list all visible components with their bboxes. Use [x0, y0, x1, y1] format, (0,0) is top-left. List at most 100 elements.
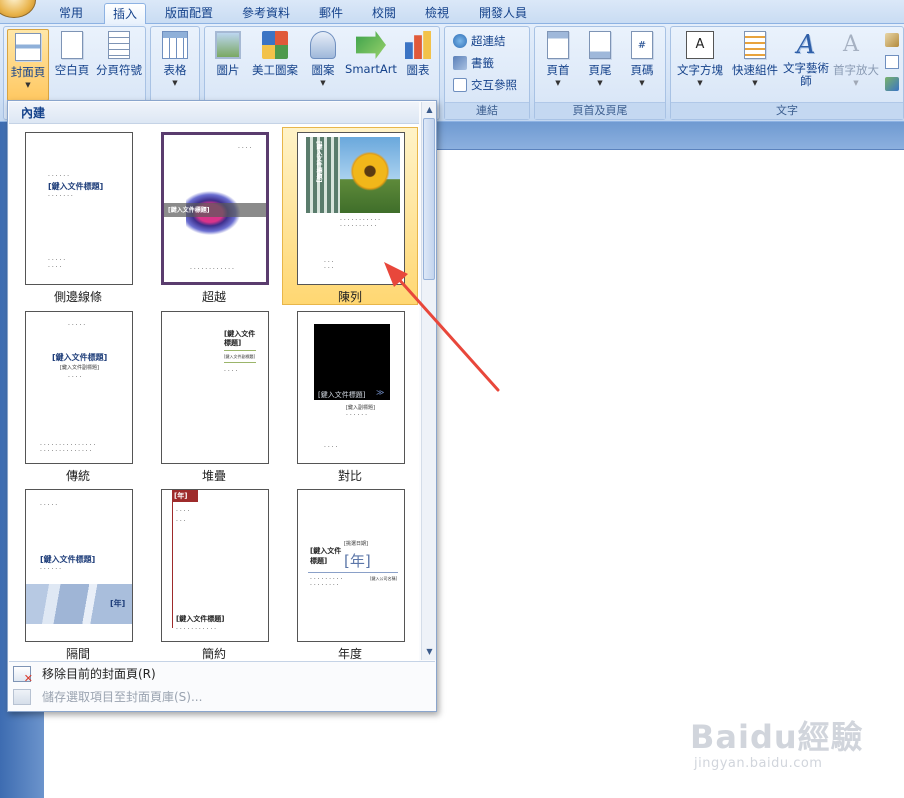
drop-cap-button[interactable]: A 首字放大 ▼ — [831, 31, 881, 87]
wordart-icon: A — [796, 30, 816, 60]
preview-year: [年] — [110, 599, 126, 608]
cross-reference-button[interactable]: 交互參照 — [453, 75, 517, 95]
scrollbar-thumb[interactable] — [423, 118, 435, 280]
cover-page-button[interactable]: 封面頁 ▼ — [7, 29, 49, 101]
cover-preview: · · · · [鍵入文件標題] · · · · · · · · · · · · — [161, 132, 269, 285]
preview-title: [鍵入文件標題] — [310, 547, 342, 565]
remove-cover-page-label: 移除目前的封面頁(R) — [42, 667, 156, 681]
tab-home[interactable]: 常用 — [48, 3, 94, 24]
group-header-footer: 頁首 ▼ 頁尾 ▼ # 頁碼 ▼ 頁首及頁尾 — [534, 26, 666, 120]
footer-button[interactable]: 頁尾 ▼ — [581, 31, 619, 87]
quick-parts-label: 快速組件 — [732, 63, 778, 77]
tab-references[interactable]: 參考資料 — [233, 3, 299, 24]
text-box-label: 文字方塊 — [677, 63, 723, 77]
cover-thumb-cubicles[interactable]: · · · · · [鍵入文件標題] · · · · · · [年] 隔間 — [10, 484, 146, 662]
cover-page-label: 封面頁 — [10, 65, 46, 79]
tab-mailings[interactable]: 郵件 — [309, 3, 353, 24]
save-selection-item: 儲存選取項目至封面頁庫(S)... — [9, 686, 435, 708]
ribbon-tab-bar: 常用 插入 版面配置 參考資料 郵件 校閱 檢視 開發人員 — [0, 0, 904, 24]
text-box-icon: A — [686, 31, 714, 59]
cover-label: 堆疊 — [201, 469, 226, 483]
preview-title: [鍵入文件標題] — [40, 555, 96, 564]
cover-label: 超越 — [201, 290, 226, 304]
page-number-button[interactable]: # 頁碼 ▼ — [623, 31, 661, 87]
cover-thumb-stacks[interactable]: [鍵入文件標題] [鍵入文件副標題] · · · · 堆疊 — [146, 306, 282, 484]
header-label: 頁首 — [546, 63, 570, 77]
cover-thumb-conservative[interactable]: · · · · · [鍵入文件標題] [鍵入文件副標題] · · · · · ·… — [10, 306, 146, 484]
cover-thumb-annual[interactable]: [鍵入文件標題] [挑選日期] [年] · · · · · · · · · · … — [282, 484, 418, 662]
shapes-button[interactable]: 圖案 ▼ — [305, 31, 341, 87]
preview-title: [鍵入文件標題] — [168, 207, 210, 214]
office-button[interactable] — [0, 0, 36, 18]
signature-line-icon[interactable] — [885, 33, 899, 47]
cover-label: 側邊線條 — [53, 290, 102, 304]
cover-preview: [鍵入文件標題] ≫ [鍵入副標題] · · · · · · · · · · — [297, 311, 405, 464]
group-text-label: 文字 — [671, 102, 903, 119]
hyperlink-button[interactable]: 超連結 — [453, 31, 506, 51]
preview-title: [鍵入文件標題] — [315, 141, 322, 183]
table-icon — [162, 31, 188, 59]
cover-thumb-austere[interactable]: [年] · · · · · · · [鍵入文件標題] · · · · · · ·… — [146, 484, 282, 662]
preview-company: [鍵入公司名稱] — [370, 576, 398, 581]
remove-cover-page-item[interactable]: ✕ 移除目前的封面頁(R) — [9, 663, 435, 685]
table-label: 表格 — [163, 63, 187, 77]
cross-reference-icon — [453, 78, 467, 92]
cover-thumb-exposure[interactable]: · · · · [鍵入文件標題] · · · · · · · · · · · ·… — [146, 127, 282, 305]
word-window: 常用 插入 版面配置 參考資料 郵件 校閱 檢視 開發人員 封面頁 ▼ 空白頁 … — [0, 0, 904, 798]
cover-page-gallery: · · · · · · [鍵入文件標題] · · · · · · · · · ·… — [9, 124, 419, 661]
cover-preview: [鍵入文件標題] [鍵入文件副標題] · · · · — [161, 311, 269, 464]
baidu-watermark: Baidu經驗 jingyan.baidu.com — [690, 712, 864, 771]
wordart-button[interactable]: A 文字藝術師 — [783, 31, 829, 88]
clip-art-button[interactable]: 美工圖案 — [249, 31, 301, 78]
gallery-scrollbar[interactable]: ▲ ▼ — [421, 102, 436, 660]
cover-page-gallery-dropdown: 內建 · · · · · · [鍵入文件標題] · · · · · · · · … — [7, 100, 437, 712]
date-time-icon[interactable] — [885, 55, 899, 69]
blank-page-button[interactable]: 空白頁 — [52, 31, 92, 78]
scroll-down-icon[interactable]: ▼ — [422, 644, 437, 659]
cover-label: 陳列 — [337, 290, 362, 304]
preview-title: [鍵入文件標題] — [52, 353, 108, 362]
tab-review[interactable]: 校閱 — [363, 3, 405, 24]
quick-parts-button[interactable]: 快速組件 ▼ — [729, 31, 781, 87]
hyperlink-label: 超連結 — [471, 34, 506, 48]
chart-icon — [405, 31, 431, 59]
preview-subtitle: [鍵入文件副標題] — [224, 354, 256, 359]
smartart-button[interactable]: SmartArt — [345, 31, 397, 76]
object-icon[interactable] — [885, 77, 899, 91]
group-links: 超連結 書籤 交互參照 連結 — [444, 26, 530, 120]
tab-view[interactable]: 檢視 — [416, 3, 458, 24]
cover-preview: · · · · · [鍵入文件標題] [鍵入文件副標題] · · · · · ·… — [25, 311, 133, 464]
chevron-down-icon: ▼ — [697, 79, 703, 87]
table-button[interactable]: 表格 ▼ — [157, 31, 193, 87]
scroll-up-icon[interactable]: ▲ — [422, 102, 437, 117]
header-button[interactable]: 頁首 ▼ — [539, 31, 577, 87]
footer-icon — [589, 31, 611, 59]
cover-label: 簡約 — [201, 647, 226, 661]
cover-preview: [鍵入文件標題] [挑選日期] [年] · · · · · · · · · · … — [297, 489, 405, 642]
page-break-button[interactable]: 分頁符號 — [94, 31, 144, 78]
cover-preview: · · · · · [鍵入文件標題] · · · · · · [年] — [25, 489, 133, 642]
text-box-button[interactable]: A 文字方塊 ▼ — [675, 31, 725, 87]
bookmark-button[interactable]: 書籤 — [453, 53, 494, 73]
page-number-icon: # — [631, 31, 653, 59]
cover-preview: [鍵入文件標題] · · · · · · · · · · · · · · · ·… — [297, 132, 405, 285]
quick-parts-icon — [744, 31, 766, 59]
preview-date: [挑選日期] — [344, 541, 368, 547]
cover-thumb-sideline[interactable]: · · · · · · [鍵入文件標題] · · · · · · · · · ·… — [10, 127, 146, 305]
tab-insert[interactable]: 插入 — [104, 3, 146, 24]
chart-button[interactable]: 圖表 — [401, 31, 435, 78]
preview-rule — [224, 362, 256, 363]
cover-thumb-exhibit[interactable]: [鍵入文件標題] · · · · · · · · · · · · · · · ·… — [282, 127, 418, 305]
chevron-down-icon: ▼ — [555, 79, 561, 87]
tab-developer[interactable]: 開發人員 — [470, 3, 536, 24]
chevron-down-icon: ▼ — [853, 79, 859, 87]
cover-label: 隔間 — [65, 647, 90, 661]
menu-separator — [9, 661, 435, 662]
tab-page-layout[interactable]: 版面配置 — [155, 3, 223, 24]
cover-thumb-contrast[interactable]: [鍵入文件標題] ≫ [鍵入副標題] · · · · · · · · · · 對… — [282, 306, 418, 484]
picture-button[interactable]: 圖片 — [211, 31, 245, 78]
chevron-down-icon: ▼ — [320, 79, 326, 87]
preview-year: [年] — [174, 492, 188, 500]
shapes-label: 圖案 — [311, 63, 335, 77]
preview-subtitle: [鍵入副標題] — [346, 405, 375, 411]
